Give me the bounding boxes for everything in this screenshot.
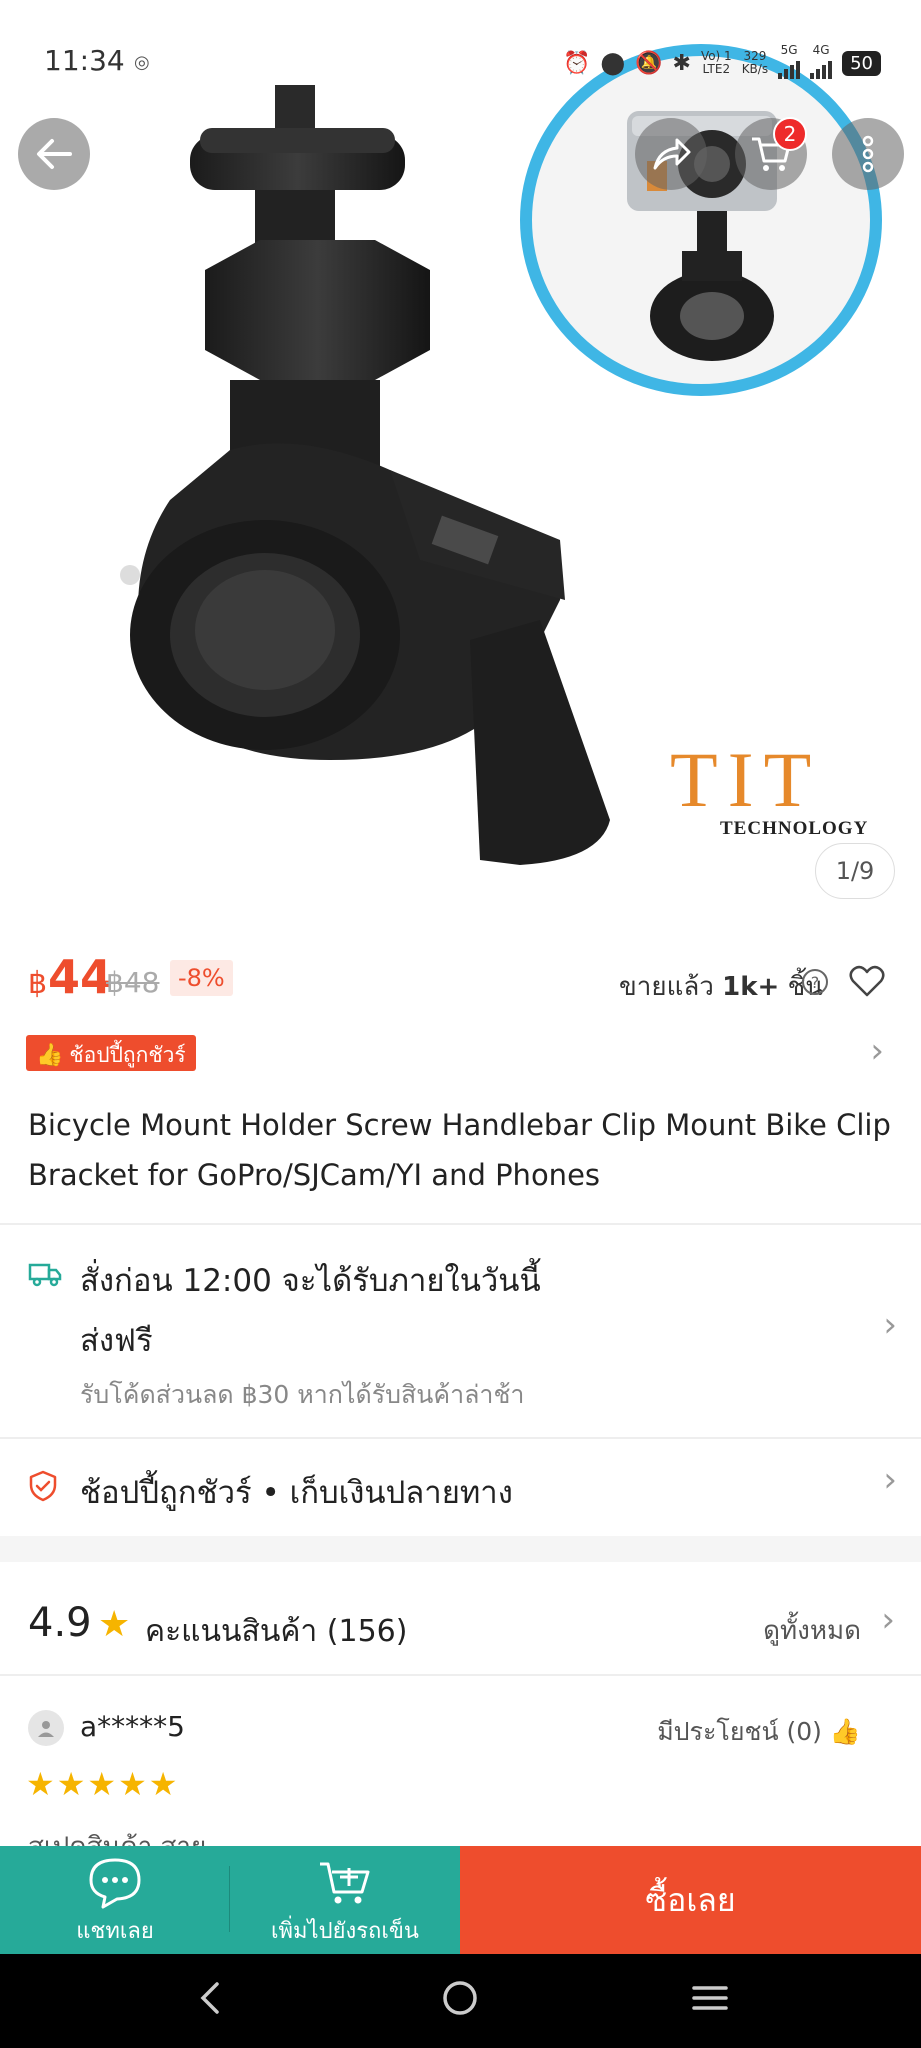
- product-title: Bicycle Mount Holder Screw Handlebar Cli…: [28, 1108, 891, 1192]
- rating-score: 4.9: [28, 1600, 92, 1646]
- add-to-cart-icon: [320, 1862, 370, 1904]
- late-delivery-voucher: รับโค้ดส่วนลด ฿30 หากได้รับสินค้าล่าช้า: [80, 1380, 525, 1409]
- chat-label: แชทเลย: [76, 1919, 154, 1944]
- brand-watermark: TIT: [670, 736, 822, 823]
- brand-watermark-sub: TECHNOLOGY: [720, 818, 869, 839]
- rating-count-label: คะแนนสินค้า (156): [145, 1614, 408, 1649]
- original-price: ฿48: [106, 966, 160, 999]
- chat-button[interactable]: แชทเลย: [0, 1846, 230, 1954]
- signal-icon: [810, 57, 833, 79]
- add-to-cart-button[interactable]: เพิ่มไปยังรถเข็น: [230, 1846, 460, 1954]
- mall-badge-row[interactable]: 👍 ช้อปปี้ถูกชัวร์ ›: [26, 1031, 896, 1071]
- image-counter: 1/9: [815, 843, 895, 899]
- mute-icon: 🔕: [635, 50, 663, 76]
- sold-count: ขายแล้ว 1k+ ชิ้น: [618, 972, 823, 1002]
- share-icon: [653, 138, 691, 170]
- star-icon: ★: [98, 1604, 131, 1645]
- eye-icon: ◎: [134, 52, 150, 73]
- section-gap: [0, 1536, 921, 1562]
- divider: [0, 1223, 921, 1225]
- back-arrow-icon: [37, 139, 72, 169]
- sim2-signal: 4G: [810, 44, 833, 82]
- delivery-time: สั่งก่อน 12:00 จะได้รับภายในวันนี้: [80, 1263, 541, 1299]
- truck-icon: [28, 1263, 62, 1287]
- avatar: [28, 1710, 64, 1746]
- location-icon: ⬤: [600, 50, 626, 76]
- mall-badge: 👍 ช้อปปี้ถูกชัวร์: [26, 1035, 196, 1071]
- shield-check-icon: [29, 1470, 57, 1502]
- nav-back-icon[interactable]: [195, 1976, 225, 2020]
- speed-indicator: 329 KB/s: [741, 49, 769, 76]
- thumbs-up-icon: 👍: [829, 1717, 861, 1746]
- network-indicator: Vo) 1 LTE2: [700, 49, 732, 76]
- discount-badge: -8%: [170, 960, 233, 996]
- system-navigation-bar: [0, 1954, 921, 2048]
- nav-recents-icon[interactable]: [690, 1976, 730, 2020]
- buy-now-button[interactable]: ซื้อเลย: [460, 1846, 921, 1954]
- reviewer-name: a*****5: [80, 1710, 185, 1743]
- current-price: 44: [48, 950, 113, 1004]
- svg-text:?: ?: [811, 973, 820, 992]
- chevron-right-icon: ›: [881, 1600, 895, 1640]
- status-time: 11:34: [44, 44, 125, 77]
- helpful-button[interactable]: มีประโยชน์ (0) 👍: [657, 1712, 861, 1752]
- see-all-reviews-link[interactable]: ดูทั้งหมด: [763, 1610, 861, 1651]
- add-to-cart-label: เพิ่มไปยังรถเข็น: [271, 1919, 419, 1944]
- sim1-signal: 5G: [778, 44, 801, 82]
- help-icon[interactable]: ?: [801, 968, 829, 996]
- free-shipping: ส่งฟรี: [80, 1323, 153, 1359]
- cart-count-badge: 2: [773, 117, 807, 151]
- signal-icon: [778, 57, 801, 79]
- chat-icon: [89, 1858, 141, 1909]
- nav-home-icon[interactable]: [440, 1976, 480, 2020]
- more-vertical-icon: [862, 135, 874, 173]
- review-star-rating: ★★★★★: [26, 1765, 180, 1803]
- thumbs-up-icon: 👍: [36, 1042, 64, 1068]
- divider: [0, 1437, 921, 1439]
- chevron-right-icon: ›: [870, 1031, 884, 1071]
- chevron-right-icon: ›: [883, 1460, 897, 1500]
- price-row: ฿ 44 ฿48 -8% ขายแล้ว 1k+ ชิ้น ?: [28, 950, 893, 1010]
- divider: [0, 1674, 921, 1676]
- share-button[interactable]: [635, 118, 707, 190]
- bluetooth-icon: ✱: [672, 50, 691, 76]
- status-bar: 11:34 ◎ ⏰ ⬤ 🔕 ✱ Vo) 1 LTE2 329 KB/s 5G 4G …: [0, 0, 921, 120]
- battery-icon: 50: [842, 50, 881, 76]
- chevron-right-icon: ›: [883, 1305, 897, 1345]
- user-icon: [38, 1721, 54, 1737]
- back-button[interactable]: [18, 118, 90, 190]
- price-currency: ฿: [28, 966, 48, 1001]
- status-icons: ⏰ ⬤ 🔕 ✱ Vo) 1 LTE2 329 KB/s 5G 4G 50: [563, 44, 881, 82]
- alarm-icon: ⏰: [563, 50, 591, 76]
- guarantee-text: ช้อปปี้ถูกชัวร์ • เก็บเงินปลายทาง: [80, 1475, 513, 1511]
- more-options-button[interactable]: [832, 118, 904, 190]
- heart-icon[interactable]: [849, 964, 885, 998]
- bottom-action-bar: แชทเลย เพิ่มไปยังรถเข็น ซื้อเลย: [0, 1846, 921, 1954]
